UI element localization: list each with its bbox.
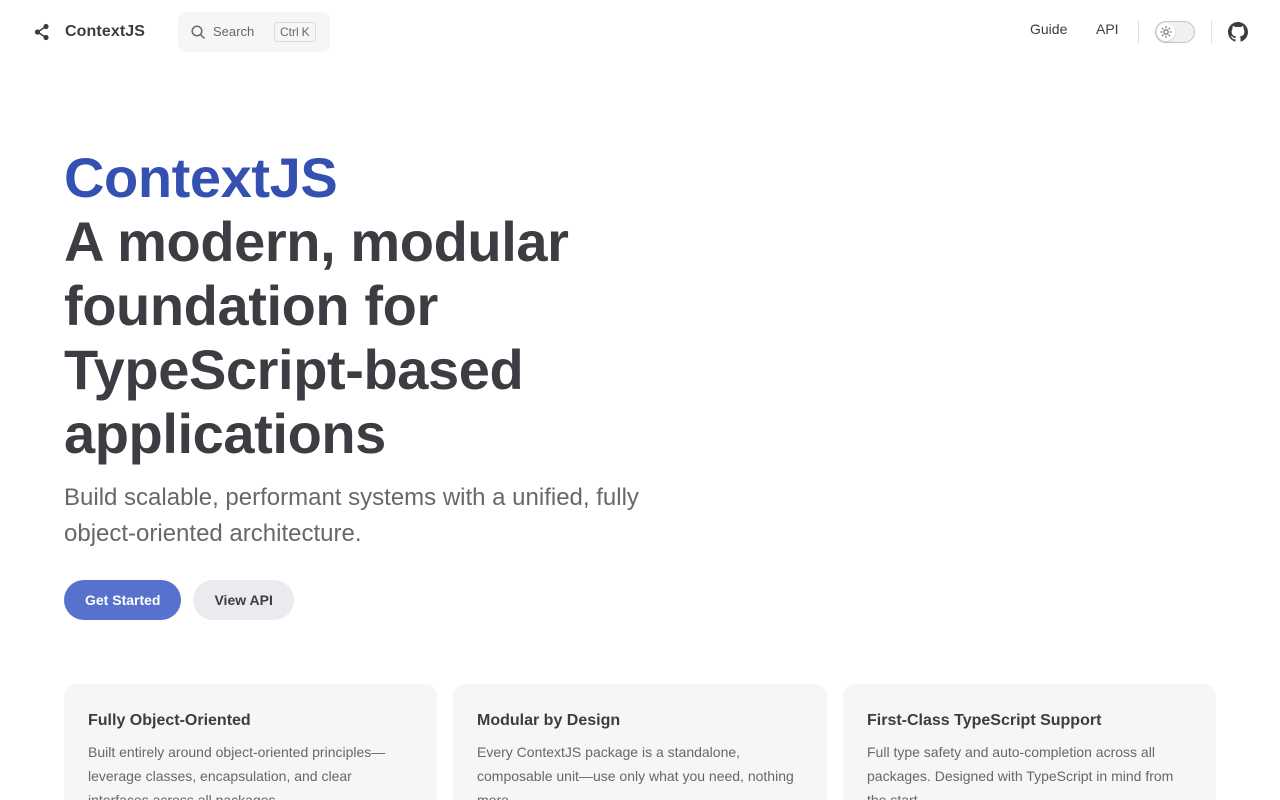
share-nodes-icon [34, 23, 49, 41]
features: Fully Object-Oriented Built entirely aro… [64, 684, 1216, 800]
feature-title: Fully Object-Oriented [88, 712, 251, 729]
site-title: ContextJS [65, 23, 146, 40]
search-shortcut: Ctrl K [274, 22, 316, 42]
search-icon [191, 25, 205, 39]
hero-text: Build scalable, performant systems with … [64, 484, 639, 547]
hero-actions: Get Started View API [64, 580, 294, 620]
nav-divider [1138, 20, 1139, 44]
feature-card: First-Class TypeScript Support Full type… [843, 684, 1216, 800]
feature-details: Full type safety and auto-completion acr… [867, 744, 1174, 800]
feature-title: Modular by Design [477, 712, 621, 729]
hero-heading: ContextJS A modern, modular foundation f… [64, 146, 704, 466]
sun-icon [1160, 26, 1172, 38]
view-api-button[interactable]: View API [193, 580, 294, 620]
nav-divider [1211, 20, 1212, 44]
feature-title: First-Class TypeScript Support [867, 712, 1102, 729]
hero-name: ContextJS [64, 146, 338, 209]
toggle-knob [1157, 23, 1175, 41]
nav-link-api[interactable]: API [1096, 21, 1119, 37]
search-shortcut-ctrl: Ctrl [280, 25, 299, 39]
feature-card: Modular by Design Every ContextJS packag… [453, 684, 827, 800]
get-started-button[interactable]: Get Started [64, 580, 182, 620]
feature-details: Every ContextJS package is a standalone,… [477, 744, 794, 800]
search-shortcut-key: K [301, 25, 310, 39]
feature-card: Fully Object-Oriented Built entirely aro… [64, 684, 437, 800]
top-nav: ContextJS Search Ctrl K Guide API [0, 0, 1280, 64]
hero-tagline: A modern, modular foundation for TypeScr… [64, 210, 569, 465]
search-label: Search [213, 24, 255, 39]
nav-link-guide[interactable]: Guide [1030, 21, 1067, 37]
hero: ContextJS A modern, modular foundation f… [64, 146, 704, 552]
search-button[interactable]: Search Ctrl K [178, 12, 330, 52]
site-logo-link[interactable]: ContextJS [32, 20, 145, 44]
feature-details: Built entirely around object-oriented pr… [88, 744, 386, 800]
github-icon [1228, 22, 1248, 42]
appearance-toggle[interactable] [1155, 21, 1195, 43]
